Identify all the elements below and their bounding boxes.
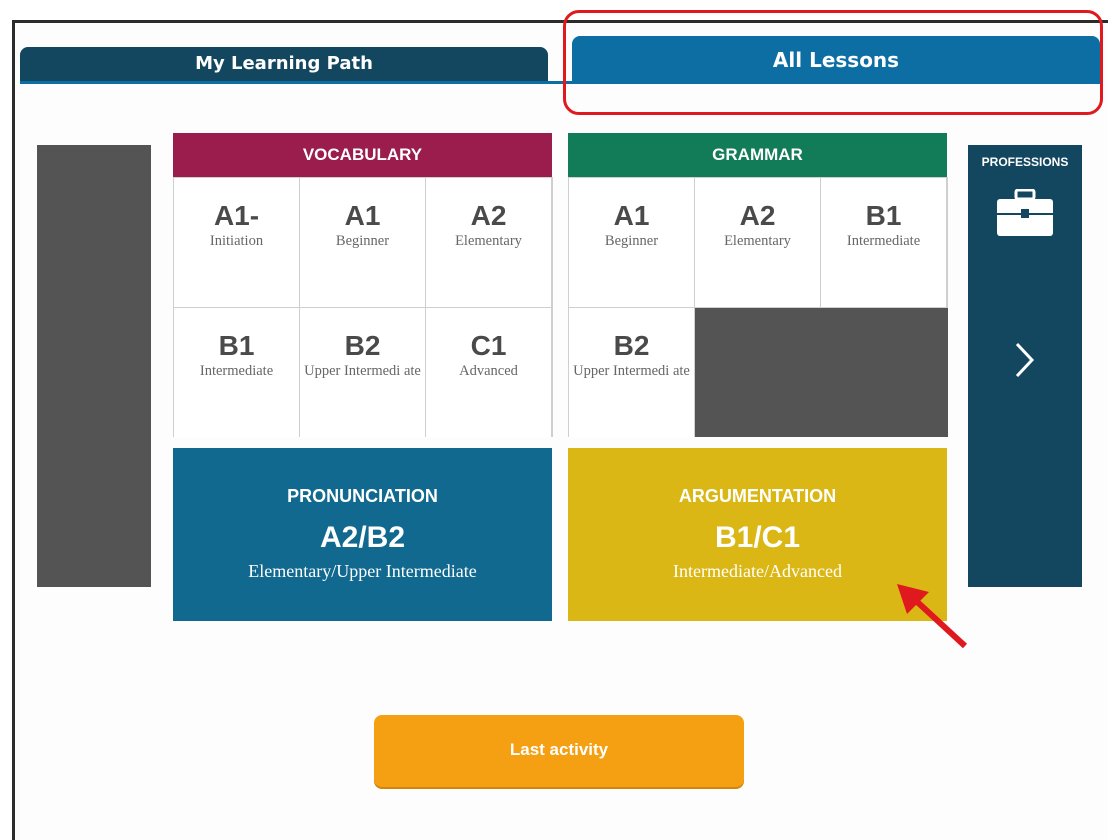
chevron-right-icon[interactable]	[968, 341, 1082, 386]
level-code: B2	[613, 330, 650, 361]
vocabulary-header: VOCABULARY	[173, 133, 552, 177]
level-name: Elementary	[455, 233, 522, 249]
argumentation-code: B1/C1	[714, 521, 801, 554]
level-code: A1-	[213, 200, 260, 231]
level-code: A1	[344, 200, 381, 231]
last-activity-button[interactable]: Last activity	[374, 715, 744, 787]
level-name: Elementary	[724, 233, 791, 249]
vocabulary-level-c1[interactable]: C1 Advanced	[426, 308, 551, 437]
level-code: B2	[344, 330, 381, 361]
grammar-level-a1[interactable]: A1 Beginner	[569, 178, 694, 307]
level-code: A2	[470, 200, 507, 231]
grammar-header: GRAMMAR	[568, 133, 947, 177]
level-code: A2	[739, 200, 776, 231]
professions-title: PROFESSIONS	[981, 155, 1069, 169]
grammar-panel: GRAMMAR A1 Beginner A2 Elementary B1 Int…	[568, 133, 948, 438]
previous-category-panel[interactable]	[37, 145, 151, 587]
level-name: Beginner	[335, 233, 390, 249]
pronunciation-title: PRONUNCIATION	[287, 486, 438, 506]
argumentation-card[interactable]: ARGUMENTATION B1/C1 Intermediate/Advance…	[568, 448, 947, 621]
grammar-empty-slot	[695, 308, 948, 437]
level-name: Advanced	[459, 363, 518, 379]
vocabulary-level-a1-initiation[interactable]: A1- Initiation	[174, 178, 299, 307]
briefcase-icon	[996, 188, 1054, 241]
vocabulary-level-grid: A1- Initiation A1 Beginner A2 Elementary…	[173, 177, 553, 437]
vocabulary-level-a1-beginner[interactable]: A1 Beginner	[300, 178, 425, 307]
level-name: Beginner	[604, 233, 659, 249]
professions-panel[interactable]: PROFESSIONS	[968, 145, 1082, 587]
grammar-level-b1[interactable]: B1 Intermediate	[821, 178, 946, 307]
level-code: B1	[218, 330, 255, 361]
tab-my-learning-path[interactable]: My Learning Path	[20, 47, 548, 81]
level-name: Intermediate	[846, 233, 921, 249]
level-name: Upper Intermedi ate	[573, 363, 690, 379]
level-code: C1	[470, 330, 507, 361]
pronunciation-level-name: Elementary/Upper Intermediate	[248, 561, 477, 581]
level-code: A1	[613, 200, 650, 231]
vocabulary-level-b2[interactable]: B2 Upper Intermedi ate	[300, 308, 425, 437]
level-name: Upper Intermedi ate	[304, 363, 421, 379]
vocabulary-level-b1[interactable]: B1 Intermediate	[174, 308, 299, 437]
grammar-level-a2[interactable]: A2 Elementary	[695, 178, 820, 307]
annotation-arrow-icon	[893, 580, 973, 656]
level-name: Intermediate	[199, 363, 274, 379]
vocabulary-panel: VOCABULARY A1- Initiation A1 Beginner A2…	[173, 133, 553, 438]
pronunciation-code: A2/B2	[319, 521, 406, 554]
argumentation-level-name: Intermediate/Advanced	[673, 561, 842, 581]
grammar-level-b2[interactable]: B2 Upper Intermedi ate	[569, 308, 694, 437]
vocabulary-level-a2[interactable]: A2 Elementary	[426, 178, 551, 307]
annotation-highlight-box	[563, 10, 1103, 115]
pronunciation-card[interactable]: PRONUNCIATION A2/B2 Elementary/Upper Int…	[173, 448, 552, 621]
grammar-level-grid: A1 Beginner A2 Elementary B1 Intermediat…	[568, 177, 948, 437]
level-code: B1	[865, 200, 902, 231]
level-name: Initiation	[209, 233, 264, 249]
argumentation-title: ARGUMENTATION	[678, 486, 837, 506]
